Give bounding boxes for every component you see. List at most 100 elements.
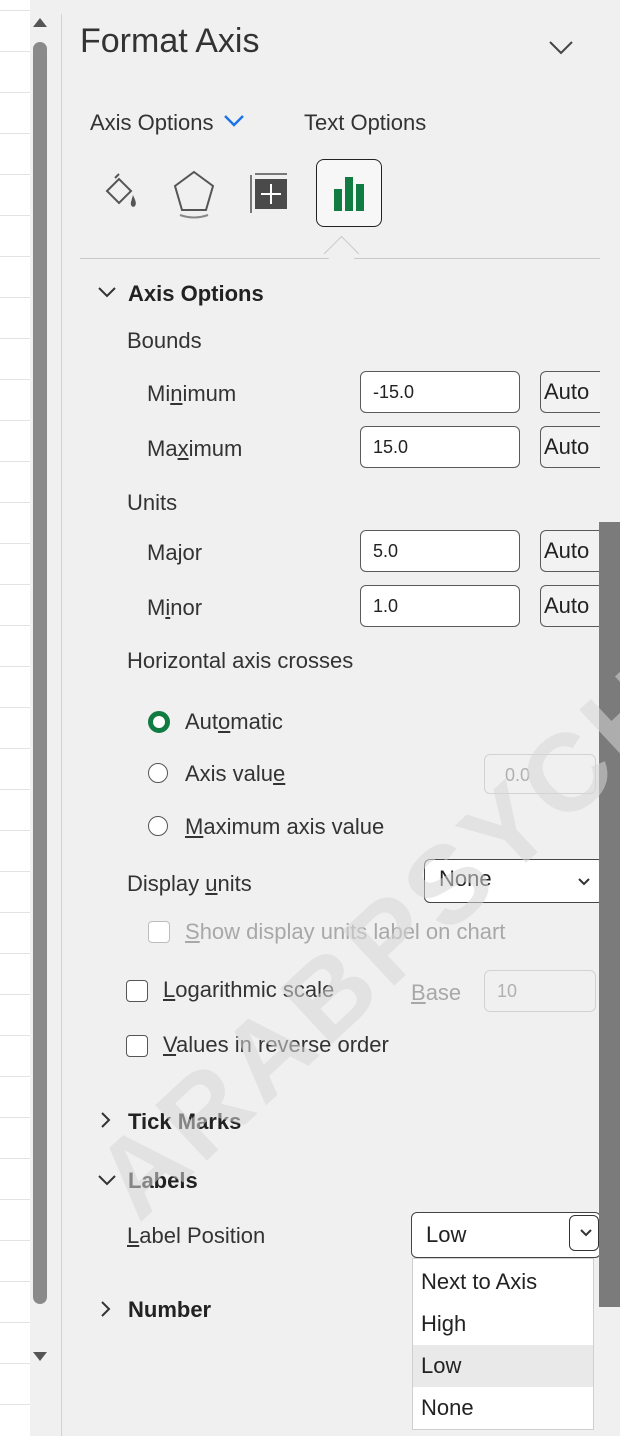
outer-scroll-thumb[interactable] (33, 42, 47, 1304)
dropdown-option-high[interactable]: High (413, 1303, 593, 1345)
gridline (0, 215, 30, 216)
section-heading-number[interactable]: Number (128, 1297, 211, 1323)
gridline (0, 256, 30, 257)
gridline (0, 133, 30, 134)
section-toggle-axis-options[interactable] (96, 282, 118, 307)
radio-axis-value[interactable] (148, 763, 168, 783)
display-units-label: Display units (127, 871, 252, 896)
tab-axis-options[interactable]: Axis Options (90, 110, 214, 136)
pane-divider (61, 14, 62, 1436)
major-label: Major (147, 540, 203, 565)
gridline (0, 338, 30, 339)
logarithmic-scale-label[interactable]: Logarithmic scale (163, 977, 334, 1003)
section-toggle-tick-marks[interactable] (98, 1110, 112, 1135)
major-unit-input[interactable]: 5.0 (360, 530, 520, 572)
gridline (0, 502, 30, 503)
major-auto-button[interactable]: Auto (540, 530, 600, 572)
label-position-label: Label Position (127, 1223, 266, 1248)
log-base-label: Base (411, 980, 462, 1005)
axis-options-bar-chart-icon[interactable] (316, 159, 382, 227)
bounds-label: Bounds (127, 328, 202, 353)
section-toggle-number[interactable] (98, 1299, 112, 1324)
minor-label: Minor (147, 595, 203, 620)
pane-options-chevron-icon[interactable] (548, 32, 574, 63)
gridline (0, 1158, 30, 1159)
chevron-right-icon (101, 1301, 111, 1317)
chevron-down-icon (98, 1175, 116, 1186)
pane-title: Format Axis (80, 22, 260, 60)
minor-auto-button[interactable]: Auto (540, 585, 600, 627)
gridline (0, 1035, 30, 1036)
minimum-auto-button[interactable]: Auto (540, 371, 600, 413)
gridline (0, 420, 30, 421)
minor-unit-input[interactable]: 1.0 (360, 585, 520, 627)
gridline (0, 1117, 30, 1118)
chevron-down-icon (580, 1229, 592, 1237)
chevron-down-icon[interactable] (222, 110, 246, 135)
gridline (0, 912, 30, 913)
gridline (0, 379, 30, 380)
maximum-label: Maximum (147, 436, 243, 461)
gridline (0, 51, 30, 52)
pane-scroll-thumb[interactable] (599, 522, 620, 1307)
dropdown-button[interactable] (569, 1215, 599, 1251)
gridline (0, 1240, 30, 1241)
fill-line-icon[interactable] (94, 168, 144, 218)
radio-maximum-axis-value[interactable] (148, 816, 168, 836)
log-base-input[interactable]: 10 (484, 970, 596, 1012)
gridline (0, 871, 30, 872)
gridline (0, 461, 30, 462)
units-label: Units (127, 490, 178, 515)
gridline (0, 789, 30, 790)
gridline (0, 543, 30, 544)
axis-value-label[interactable]: Axis value (185, 761, 285, 787)
chevron-down-icon (578, 878, 590, 886)
scroll-up-arrow-icon[interactable] (33, 18, 47, 27)
gridline (0, 10, 30, 11)
gridline (0, 830, 30, 831)
gridline (0, 1363, 30, 1364)
minimum-label: Minimum (147, 381, 237, 406)
maximum-input[interactable]: 15.0 (360, 426, 520, 468)
chevron-right-icon (101, 1112, 111, 1128)
tab-text-options[interactable]: Text Options (304, 110, 426, 136)
gridline (0, 174, 30, 175)
size-properties-icon[interactable] (246, 168, 296, 218)
dropdown-option-none[interactable]: None (413, 1387, 593, 1429)
display-units-select[interactable]: None (424, 859, 604, 903)
gridline (0, 1322, 30, 1323)
gridline (0, 1281, 30, 1282)
gridline (0, 625, 30, 626)
horizontal-axis-crosses-label: Horizontal axis crosses (127, 648, 354, 673)
show-units-label-checkbox[interactable] (148, 921, 170, 943)
dropdown-option-next-to-axis[interactable]: Next to Axis (413, 1261, 593, 1303)
gridline (0, 1404, 30, 1405)
display-units-value: None (439, 866, 492, 891)
section-heading-tick-marks[interactable]: Tick Marks (128, 1109, 241, 1135)
label-position-value: Low (426, 1222, 467, 1247)
gridline (0, 297, 30, 298)
gridline (0, 92, 30, 93)
maximum-axis-value-label[interactable]: Maximum axis value (185, 814, 384, 840)
gridline (0, 994, 30, 995)
effects-pentagon-icon[interactable] (168, 166, 220, 222)
scroll-down-arrow-icon[interactable] (33, 1352, 47, 1361)
axis-value-input[interactable]: 0.0 (484, 754, 596, 794)
values-reverse-order-checkbox[interactable] (126, 1035, 148, 1057)
dropdown-option-low[interactable]: Low (413, 1345, 593, 1387)
gridline (0, 707, 30, 708)
label-position-select[interactable]: Low (411, 1212, 601, 1258)
section-heading-labels[interactable]: Labels (128, 1168, 198, 1194)
values-reverse-order-label[interactable]: Values in reverse order (163, 1032, 389, 1058)
gridline (0, 748, 30, 749)
section-heading-axis-options[interactable]: Axis Options (128, 281, 264, 307)
automatic-label[interactable]: Automatic (185, 709, 283, 735)
radio-automatic[interactable] (148, 711, 170, 733)
maximum-auto-button[interactable]: Auto (540, 426, 600, 468)
section-toggle-labels[interactable] (96, 1170, 118, 1195)
label-position-dropdown-list: Next to Axis High Low None (412, 1258, 594, 1430)
logarithmic-scale-checkbox[interactable] (126, 980, 148, 1002)
chevron-down-icon (98, 287, 116, 298)
minimum-input[interactable]: -15.0 (360, 371, 520, 413)
active-tab-notch (323, 235, 360, 272)
